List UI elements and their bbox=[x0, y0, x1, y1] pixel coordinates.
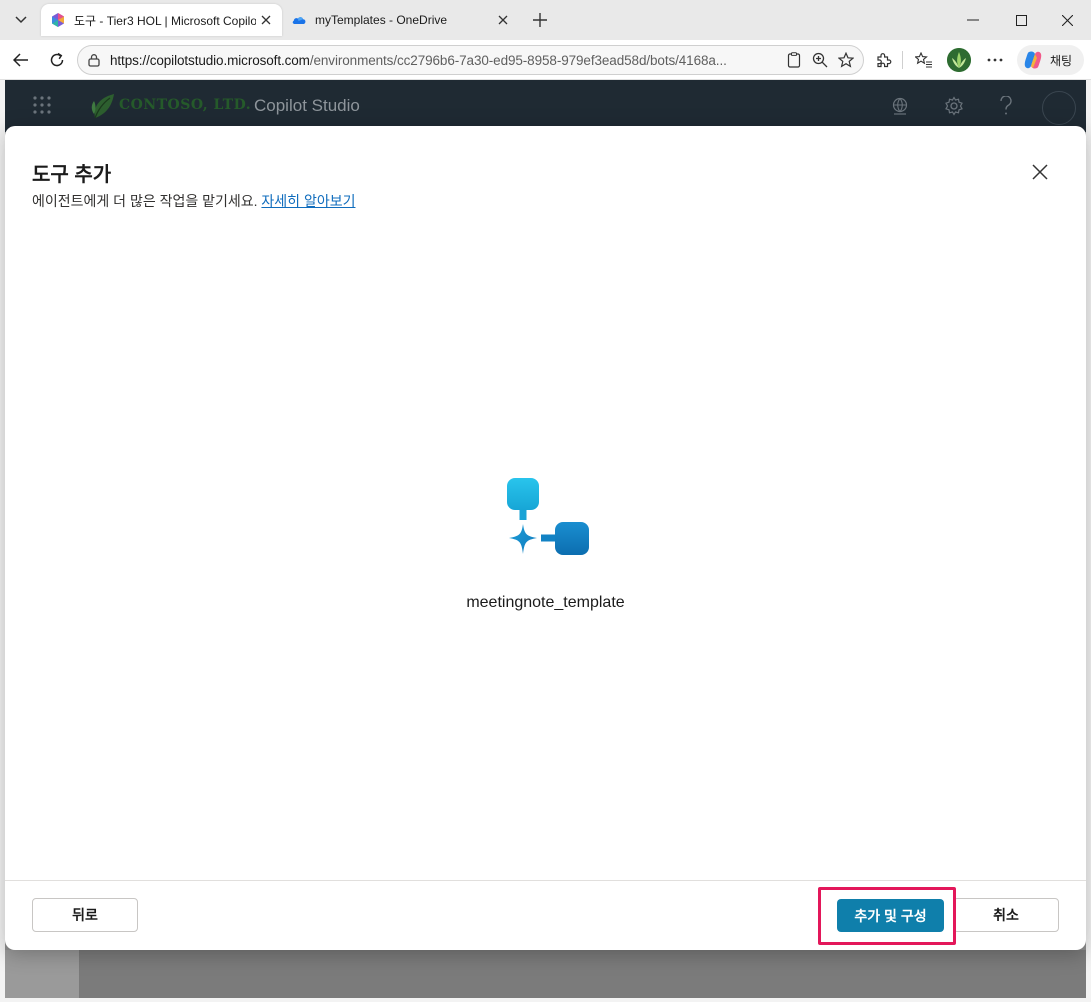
tab-title: myTemplates - OneDrive bbox=[315, 13, 448, 27]
app-header: CONTOSO, LTD. Copilot Studio bbox=[5, 80, 1086, 132]
tab-title: 도구 - Tier3 HOL | Microsoft Copilot Studi… bbox=[74, 13, 256, 28]
cancel-button[interactable]: 취소 bbox=[953, 898, 1059, 932]
zoom-icon[interactable] bbox=[807, 47, 833, 73]
new-tab-plus-icon[interactable] bbox=[528, 8, 552, 32]
help-question-icon[interactable] bbox=[994, 94, 1018, 118]
app-launcher-waffle-icon[interactable] bbox=[33, 96, 51, 119]
tab-list-chevron-icon[interactable] bbox=[8, 6, 34, 34]
dialog-footer-divider bbox=[5, 880, 1086, 881]
tab-onedrive[interactable]: myTemplates - OneDrive bbox=[282, 4, 519, 36]
tab-close-icon[interactable] bbox=[493, 10, 513, 30]
url-text: https://copilotstudio.microsoft.com/envi… bbox=[110, 53, 781, 68]
toolbar-divider bbox=[897, 46, 907, 74]
dialog-subtitle: 에이전트에게 더 많은 작업을 맡기세요. 자세히 알아보기 bbox=[32, 191, 355, 211]
favorite-star-icon[interactable] bbox=[833, 47, 859, 73]
extensions-icon[interactable] bbox=[869, 46, 897, 74]
profile-avatar[interactable] bbox=[947, 48, 971, 72]
site-info-lock-icon[interactable] bbox=[86, 52, 102, 68]
copilot-studio-icon bbox=[52, 13, 64, 27]
more-options-icon[interactable] bbox=[981, 46, 1009, 74]
user-avatar[interactable] bbox=[1042, 91, 1076, 125]
app-name[interactable]: Copilot Studio bbox=[254, 96, 360, 116]
copilot-chat-button[interactable]: 채팅 bbox=[1017, 45, 1084, 75]
tab-close-icon[interactable] bbox=[256, 10, 276, 30]
copilot-chat-label: 채팅 bbox=[1050, 53, 1073, 68]
background-content-panel bbox=[80, 950, 1086, 998]
window-close-icon[interactable] bbox=[1047, 6, 1087, 34]
reading-view-icon[interactable] bbox=[781, 47, 807, 73]
browser-tab-bar: 도구 - Tier3 HOL | Microsoft Copilot Studi… bbox=[0, 0, 1091, 40]
add-tool-dialog: 도구 추가 에이전트에게 더 많은 작업을 맡기세요. 자세히 알아보기 mee… bbox=[5, 126, 1086, 950]
minimize-icon[interactable] bbox=[953, 6, 993, 34]
maximize-icon[interactable] bbox=[1001, 6, 1041, 34]
add-and-configure-button[interactable]: 추가 및 구성 bbox=[837, 899, 944, 932]
dialog-subtitle-text: 에이전트에게 더 많은 작업을 맡기세요. bbox=[32, 193, 258, 209]
back-arrow-icon[interactable] bbox=[7, 46, 35, 74]
tool-name-label: meetingnote_template bbox=[466, 594, 625, 611]
back-button[interactable]: 뒤로 bbox=[32, 898, 138, 932]
url-host: https://copilotstudio.microsoft.com bbox=[110, 52, 310, 68]
settings-gear-icon[interactable] bbox=[942, 94, 966, 118]
learn-more-link[interactable]: 자세히 알아보기 bbox=[261, 193, 355, 209]
copilot-icon bbox=[1024, 51, 1042, 69]
background-nav-panel bbox=[5, 950, 80, 998]
tab-copilot-studio[interactable]: 도구 - Tier3 HOL | Microsoft Copilot Studi… bbox=[41, 4, 282, 36]
prompt-tool-icon bbox=[499, 478, 591, 573]
browser-address-bar: https://copilotstudio.microsoft.com/envi… bbox=[0, 40, 1091, 80]
environment-globe-icon[interactable] bbox=[888, 94, 912, 118]
refresh-icon[interactable] bbox=[43, 46, 71, 74]
company-logo-text: CONTOSO, LTD. bbox=[119, 97, 252, 113]
url-path: /environments/cc2796b6-7a30-ed95-8958-97… bbox=[309, 52, 727, 68]
url-field[interactable]: https://copilotstudio.microsoft.com/envi… bbox=[77, 45, 864, 75]
onedrive-cloud-icon bbox=[292, 17, 306, 24]
contoso-leaf-logo-icon bbox=[90, 92, 116, 125]
favorites-list-icon[interactable] bbox=[910, 46, 938, 74]
dialog-title: 도구 추가 bbox=[32, 164, 112, 186]
dialog-close-icon[interactable] bbox=[1028, 160, 1052, 184]
